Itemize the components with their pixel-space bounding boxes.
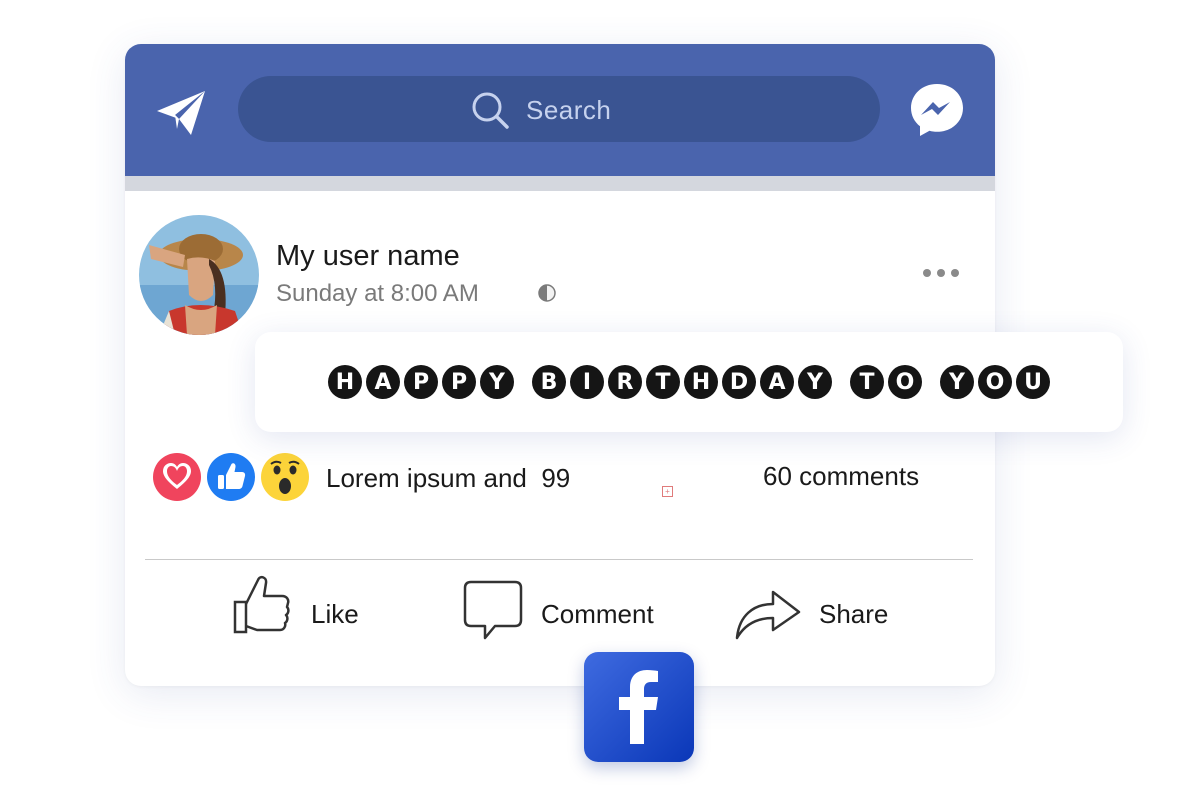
facebook-f-icon xyxy=(584,652,694,762)
banner-letter: T xyxy=(646,365,680,399)
comment-button[interactable]: Comment xyxy=(463,574,683,644)
search-input[interactable]: Search xyxy=(238,76,880,142)
top-bar: Search xyxy=(125,44,995,176)
share-button[interactable]: Share xyxy=(733,574,913,644)
banner-letter: O xyxy=(978,365,1012,399)
thumbs-up-icon xyxy=(233,575,290,634)
banner-word: HAPPY xyxy=(326,365,516,399)
divider xyxy=(145,559,973,560)
comment-icon xyxy=(463,580,523,640)
like-label: Like xyxy=(311,599,359,629)
globe-icon xyxy=(538,284,556,302)
post-timestamp[interactable]: Sunday at 8:00 AM xyxy=(276,280,479,308)
banner-letter: O xyxy=(888,365,922,399)
banner-letter: H xyxy=(684,365,718,399)
search-placeholder: Search xyxy=(526,95,612,125)
banner-word: BIRTHDAY xyxy=(530,365,834,399)
banner-letter: A xyxy=(760,365,794,399)
banner-letters: HAPPYBIRTHDAYTOYOU xyxy=(255,332,1123,432)
love-reaction-icon xyxy=(153,453,201,501)
small-marker-icon: + xyxy=(662,486,673,497)
messenger-icon[interactable] xyxy=(909,82,965,138)
send-icon[interactable] xyxy=(155,89,207,137)
banner-word: TO xyxy=(848,365,924,399)
banner-letter: Y xyxy=(480,365,514,399)
like-button[interactable]: Like xyxy=(233,574,383,644)
wow-reaction-icon xyxy=(261,453,309,501)
username[interactable]: My user name xyxy=(276,240,460,273)
reactions-icons[interactable] xyxy=(153,453,313,501)
avatar-photo xyxy=(139,215,259,335)
like-reaction-icon xyxy=(207,453,255,501)
banner-letter: I xyxy=(570,365,604,399)
banner-letter: Y xyxy=(798,365,832,399)
banner-letter: T xyxy=(850,365,884,399)
header-divider-strip xyxy=(125,176,995,191)
banner-letter: B xyxy=(532,365,566,399)
avatar[interactable] xyxy=(139,215,259,335)
share-label: Share xyxy=(819,599,889,629)
banner-letter: U xyxy=(1016,365,1050,399)
banner-letter: P xyxy=(442,365,476,399)
banner-word: YOU xyxy=(938,365,1052,399)
share-arrow-icon xyxy=(735,590,801,640)
more-options-icon[interactable] xyxy=(920,262,966,284)
banner-letter: Y xyxy=(940,365,974,399)
comment-label: Comment xyxy=(541,599,654,629)
happy-birthday-banner: HAPPYBIRTHDAYTOYOU xyxy=(255,332,1123,432)
banner-letter: H xyxy=(328,365,362,399)
search-icon xyxy=(472,92,509,129)
comments-count[interactable]: 60 comments xyxy=(763,461,919,492)
banner-letter: D xyxy=(722,365,756,399)
banner-letter: A xyxy=(366,365,400,399)
banner-letter: P xyxy=(404,365,438,399)
facebook-logo[interactable] xyxy=(584,652,694,762)
banner-letter: R xyxy=(608,365,642,399)
reaction-summary[interactable]: Lorem ipsum and 99 xyxy=(326,463,570,494)
